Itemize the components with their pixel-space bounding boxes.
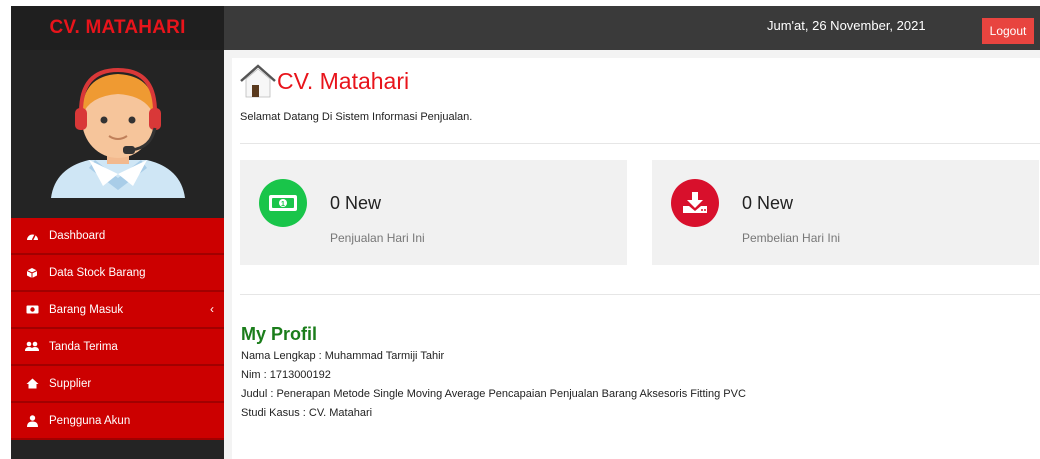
sidebar-item-supplier[interactable]: Supplier [11, 366, 224, 403]
sidebar-item-label: Dashboard [49, 229, 106, 242]
dashboard-panel: CV. Matahari Selamat Datang Di Sistem In… [232, 58, 1040, 459]
sidebar-item-data-stock-barang[interactable]: Data Stock Barang [11, 255, 224, 292]
page-title: CV. Matahari [277, 68, 410, 94]
profile-judul: Judul : Penerapan Metode Single Moving A… [241, 388, 746, 400]
download-icon [671, 179, 719, 227]
sidebar-item-label: Supplier [49, 377, 92, 390]
pembelian-label: Pembelian Hari Ini [742, 231, 841, 245]
profile-title: My Profil [241, 324, 318, 344]
chevron-left-icon[interactable]: ‹ [210, 302, 214, 316]
avatar [51, 67, 185, 198]
user-icon [25, 414, 39, 428]
svg-text:1: 1 [281, 201, 285, 208]
profile-nim: Nim : 1713000192 [241, 369, 331, 381]
sidebar-item-label: Tanda Terima [49, 340, 118, 353]
sidebar-item-label: Data Stock Barang [49, 266, 146, 279]
logout-button[interactable]: Logout [982, 18, 1034, 44]
sidebar-item-label: Pengguna Akun [49, 414, 131, 427]
sidebar-item-tanda-terima[interactable]: Tanda Terima [11, 329, 224, 366]
cube-icon [25, 266, 39, 280]
user-avatar-area [11, 50, 224, 218]
sidebar: Dashboard Data Stock Barang Barang Masuk… [11, 50, 224, 459]
penjualan-card[interactable]: 1 0 New Penjualan Hari Ini [240, 160, 627, 265]
main-content: CV. Matahari Selamat Datang Di Sistem In… [224, 50, 1040, 459]
profile-studi-kasus: Studi Kasus : CV. Matahari [241, 407, 373, 419]
divider [240, 294, 1040, 295]
brand-logo-text[interactable]: CV. MATAHARI [11, 6, 224, 50]
sidebar-item-label: Barang Masuk [49, 303, 124, 316]
current-date: Jum'at, 26 November, 2021 [767, 18, 926, 33]
dashboard-icon [25, 229, 39, 243]
sidebar-item-dashboard[interactable]: Dashboard [11, 218, 224, 255]
users-icon [25, 340, 39, 354]
pembelian-count: 0 New [742, 193, 794, 213]
sidebar-item-pengguna-akun[interactable]: Pengguna Akun [11, 403, 224, 440]
sidebar-item-barang-masuk[interactable]: Barang Masuk ‹ [11, 292, 224, 329]
penjualan-count: 0 New [330, 193, 382, 213]
divider [240, 143, 1040, 144]
house-icon [239, 64, 277, 103]
app-window: CV. MATAHARI Jum'at, 26 November, 2021 L… [11, 6, 1040, 459]
pembelian-card[interactable]: 0 New Pembelian Hari Ini [652, 160, 1039, 265]
profile-nama: Nama Lengkap : Muhammad Tarmiji Tahir [241, 350, 445, 362]
penjualan-label: Penjualan Hari Ini [330, 231, 425, 245]
welcome-text: Selamat Datang Di Sistem Informasi Penju… [240, 111, 473, 123]
money-icon [25, 303, 39, 317]
sidebar-menu: Dashboard Data Stock Barang Barang Masuk… [11, 218, 224, 440]
money-icon: 1 [259, 179, 307, 227]
top-navbar: CV. MATAHARI Jum'at, 26 November, 2021 L… [11, 6, 1040, 50]
home-icon [25, 377, 39, 391]
